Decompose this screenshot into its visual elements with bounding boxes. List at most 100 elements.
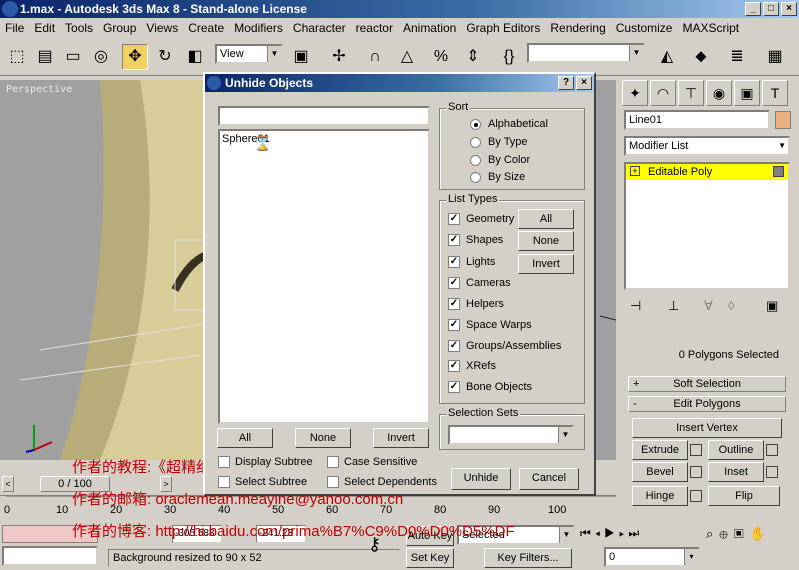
unhide-button[interactable]: Unhide	[451, 468, 511, 490]
helpers-checkbox[interactable]: ✓	[448, 298, 460, 310]
extrude-settings-icon[interactable]	[690, 444, 702, 456]
sort-alphabetical-radio[interactable]	[470, 119, 481, 130]
select-subtree-checkbox[interactable]	[218, 476, 230, 488]
cameras-checkbox[interactable]: ✓	[448, 277, 460, 289]
cancel-button[interactable]: Cancel	[519, 468, 579, 490]
menu-group[interactable]: Group	[98, 18, 141, 38]
zoom-icon[interactable]: ⌕	[706, 526, 719, 541]
pan-icon[interactable]: ✋	[750, 526, 772, 541]
zoom-extents-icon[interactable]: ▣	[734, 526, 750, 541]
xrefs-checkbox[interactable]: ✓	[448, 360, 460, 372]
move-icon[interactable]: ✥	[122, 44, 148, 70]
menu-create[interactable]: Create	[183, 18, 229, 38]
select-none-button[interactable]: None	[295, 428, 351, 448]
snap-toggle-icon[interactable]: ∩	[362, 44, 388, 70]
prev-frame-icon[interactable]: ◂	[595, 526, 604, 540]
list-item[interactable]: Sphere01	[220, 131, 428, 147]
menu-maxscript[interactable]: MAXScript	[677, 18, 744, 38]
goto-start-icon[interactable]: ⏮	[580, 526, 595, 540]
display-tab-icon[interactable]: ▣	[734, 80, 760, 106]
window-crossing-icon[interactable]: ◎	[88, 44, 114, 70]
menu-rendering[interactable]: Rendering	[545, 18, 610, 38]
layer-manager-icon[interactable]: ≣	[724, 44, 750, 70]
list-types-none-button[interactable]: None	[518, 231, 574, 251]
display-subtree-checkbox[interactable]	[218, 456, 230, 468]
soft-selection-rollout[interactable]: + Soft Selection	[628, 376, 786, 392]
scale-icon[interactable]: ◧	[182, 44, 208, 70]
expand-icon[interactable]: +	[630, 166, 640, 176]
goto-end-icon[interactable]: ⏭	[628, 526, 643, 540]
pivot-icon[interactable]: ▣	[288, 44, 314, 70]
object-search-input[interactable]	[218, 106, 430, 126]
angle-snap-icon[interactable]: △	[394, 44, 420, 70]
groups-assemblies-checkbox[interactable]: ✓	[448, 340, 460, 352]
outline-button[interactable]: Outline	[708, 440, 764, 460]
lights-checkbox[interactable]: ✓	[448, 256, 460, 268]
hinge-button[interactable]: Hinge	[632, 486, 688, 506]
stack-toggle-icon[interactable]	[773, 166, 784, 177]
space-warps-checkbox[interactable]: ✓	[448, 319, 460, 331]
named-selection-icon[interactable]: {}	[496, 44, 522, 70]
select-all-button[interactable]: All	[217, 428, 273, 448]
sort-by-size-radio[interactable]	[470, 172, 481, 183]
show-end-result-icon[interactable]: ⊥	[668, 298, 679, 314]
extrude-button[interactable]: Extrude	[632, 440, 688, 460]
sort-by-type-radio[interactable]	[470, 137, 481, 148]
menu-character[interactable]: Character	[288, 18, 351, 38]
inset-button[interactable]: Inset	[708, 462, 764, 482]
menu-reactor[interactable]: reactor	[351, 18, 398, 38]
shapes-checkbox[interactable]: ✓	[448, 234, 460, 246]
mirror-icon[interactable]: ◭	[654, 44, 680, 70]
zoom-all-icon[interactable]: ⊕	[719, 526, 733, 541]
make-unique-icon[interactable]: ∀	[704, 298, 713, 314]
object-name-field[interactable]: Line01	[624, 110, 770, 130]
reference-coordinate-combo[interactable]: View ▼	[215, 44, 283, 64]
case-sensitive-checkbox[interactable]	[327, 456, 339, 468]
menu-views[interactable]: Views	[141, 18, 183, 38]
menu-customize[interactable]: Customize	[611, 18, 678, 38]
remove-modifier-icon[interactable]: ◊	[728, 298, 734, 313]
menu-edit[interactable]: Edit	[29, 18, 60, 38]
select-icon[interactable]: ⬚	[4, 44, 30, 70]
hierarchy-tab-icon[interactable]: ⊤	[678, 80, 704, 106]
bevel-settings-icon[interactable]	[690, 466, 702, 478]
align-icon[interactable]: ⬥	[688, 44, 714, 70]
close-button[interactable]: ×	[781, 2, 797, 16]
menu-modifiers[interactable]: Modifiers	[229, 18, 288, 38]
motion-tab-icon[interactable]: ◉	[706, 80, 732, 106]
stack-item-editable-poly[interactable]: + Editable Poly	[626, 164, 788, 180]
select-invert-button[interactable]: Invert	[373, 428, 429, 448]
sort-by-color-radio[interactable]	[470, 155, 481, 166]
set-key-button[interactable]: Set Key	[406, 548, 454, 568]
minimize-button[interactable]: _	[745, 2, 761, 16]
modifier-list-combo[interactable]: Modifier List ▼	[624, 136, 790, 156]
current-frame-field[interactable]: 0 ▾	[604, 547, 700, 567]
hinge-settings-icon[interactable]	[690, 490, 702, 502]
menu-file[interactable]: File	[0, 18, 29, 38]
dialog-close-button[interactable]: ×	[576, 76, 592, 90]
inset-settings-icon[interactable]	[766, 466, 778, 478]
maximize-button[interactable]: □	[763, 2, 779, 16]
percent-snap-icon[interactable]: %	[428, 44, 454, 70]
selection-sets-combo[interactable]: ▼	[448, 425, 574, 445]
insert-vertex-button[interactable]: Insert Vertex	[632, 418, 782, 438]
object-color-swatch[interactable]	[775, 111, 791, 129]
play-icon[interactable]: ▶	[604, 526, 619, 540]
viewport-label[interactable]: Perspective	[6, 84, 72, 95]
outline-settings-icon[interactable]	[766, 444, 778, 456]
list-types-invert-button[interactable]: Invert	[518, 254, 574, 274]
rotate-icon[interactable]: ↻	[152, 44, 178, 70]
bone-objects-checkbox[interactable]: ✓	[448, 381, 460, 393]
geometry-checkbox[interactable]: ✓	[448, 213, 460, 225]
select-manipulate-icon[interactable]: ✢	[326, 44, 352, 70]
create-tab-icon[interactable]: ✦	[622, 80, 648, 106]
pin-stack-icon[interactable]: ⊣	[630, 298, 641, 314]
modify-tab-icon[interactable]: ◠	[650, 80, 676, 106]
key-filters-button[interactable]: Key Filters...	[484, 548, 572, 568]
named-selection-combo[interactable]: ▼	[527, 43, 645, 63]
object-list[interactable]: Sphere01 ⌛	[218, 129, 430, 424]
utilities-tab-icon[interactable]: T	[762, 80, 788, 106]
select-dependents-checkbox[interactable]	[327, 476, 339, 488]
configure-sets-icon[interactable]: ▣	[766, 298, 778, 314]
curve-editor-icon[interactable]: ▦	[762, 44, 788, 70]
